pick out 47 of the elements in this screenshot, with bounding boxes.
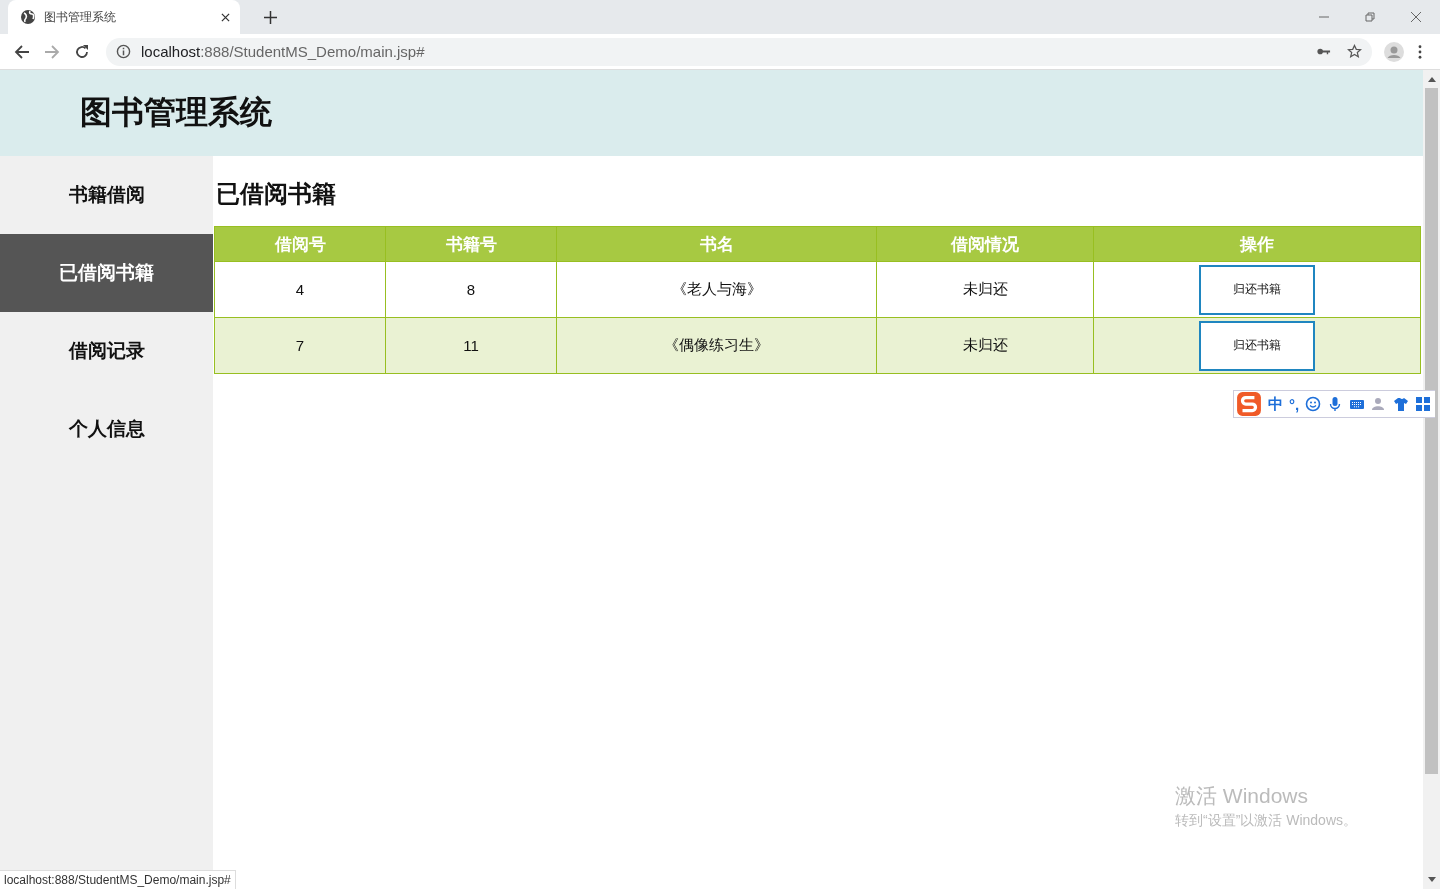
- sidebar-item[interactable]: 已借阅书籍: [0, 234, 213, 312]
- table-cell: 7: [214, 317, 386, 374]
- table-cell: 8: [385, 261, 557, 318]
- scrollbar-thumb[interactable]: [1425, 88, 1438, 774]
- table-cell: 《老人与海》: [556, 261, 877, 318]
- activation-message: 转到“设置”以激活 Windows。: [1175, 812, 1357, 830]
- close-icon[interactable]: [1410, 11, 1422, 23]
- browser-tab[interactable]: 图书管理系统: [8, 0, 240, 34]
- activation-title: 激活 Windows: [1175, 783, 1310, 809]
- scroll-up-icon[interactable]: [1427, 76, 1436, 82]
- menu-icon[interactable]: [1418, 44, 1422, 59]
- profile-avatar-icon[interactable]: [1384, 41, 1404, 62]
- column-header: 书名: [556, 226, 877, 262]
- ime-logo-icon[interactable]: [1236, 391, 1262, 417]
- new-tab-icon[interactable]: [264, 11, 277, 24]
- return-book-button[interactable]: 归还书籍: [1199, 320, 1315, 371]
- grid-icon[interactable]: [1415, 396, 1432, 412]
- sidebar-item[interactable]: 书籍借阅: [0, 156, 213, 234]
- ime-mode-toggle[interactable]: 中: [1268, 394, 1283, 414]
- sidebar-item[interactable]: 借阅记录: [0, 312, 213, 390]
- sidebar-item[interactable]: 个人信息: [0, 390, 213, 468]
- column-header: 借阅情况: [876, 226, 1094, 262]
- status-url: localhost:888/StudentMS_Demo/main.jsp#: [0, 870, 236, 889]
- table-cell: 11: [385, 317, 557, 374]
- column-header: 借阅号: [214, 226, 386, 262]
- address-bar[interactable]: localhost:888/StudentMS_Demo/main.jsp#: [106, 37, 1372, 66]
- table-cell: 4: [214, 261, 386, 318]
- return-book-button[interactable]: 归还书籍: [1199, 264, 1315, 315]
- section-title: 已借阅书籍: [216, 179, 337, 209]
- shirt-icon[interactable]: [1393, 396, 1410, 412]
- table-cell: 《偶像练习生》: [556, 317, 877, 374]
- column-header: 操作: [1093, 226, 1421, 262]
- star-icon[interactable]: [1347, 44, 1362, 59]
- info-icon: [116, 44, 131, 59]
- scroll-down-icon[interactable]: [1427, 877, 1436, 883]
- table-cell: 未归还: [876, 317, 1094, 374]
- back-icon[interactable]: [14, 43, 30, 60]
- app-title: 图书管理系统: [80, 93, 272, 132]
- close-tab-icon[interactable]: [221, 12, 230, 22]
- smiley-icon[interactable]: [1305, 396, 1322, 412]
- scrollbar[interactable]: [1423, 70, 1440, 889]
- table-cell: 未归还: [876, 261, 1094, 318]
- punctuation-toggle[interactable]: °,: [1289, 395, 1300, 413]
- globe-icon: [20, 9, 36, 25]
- reload-icon[interactable]: [74, 43, 90, 60]
- restore-icon[interactable]: [1364, 11, 1376, 23]
- column-header: 书籍号: [385, 226, 557, 262]
